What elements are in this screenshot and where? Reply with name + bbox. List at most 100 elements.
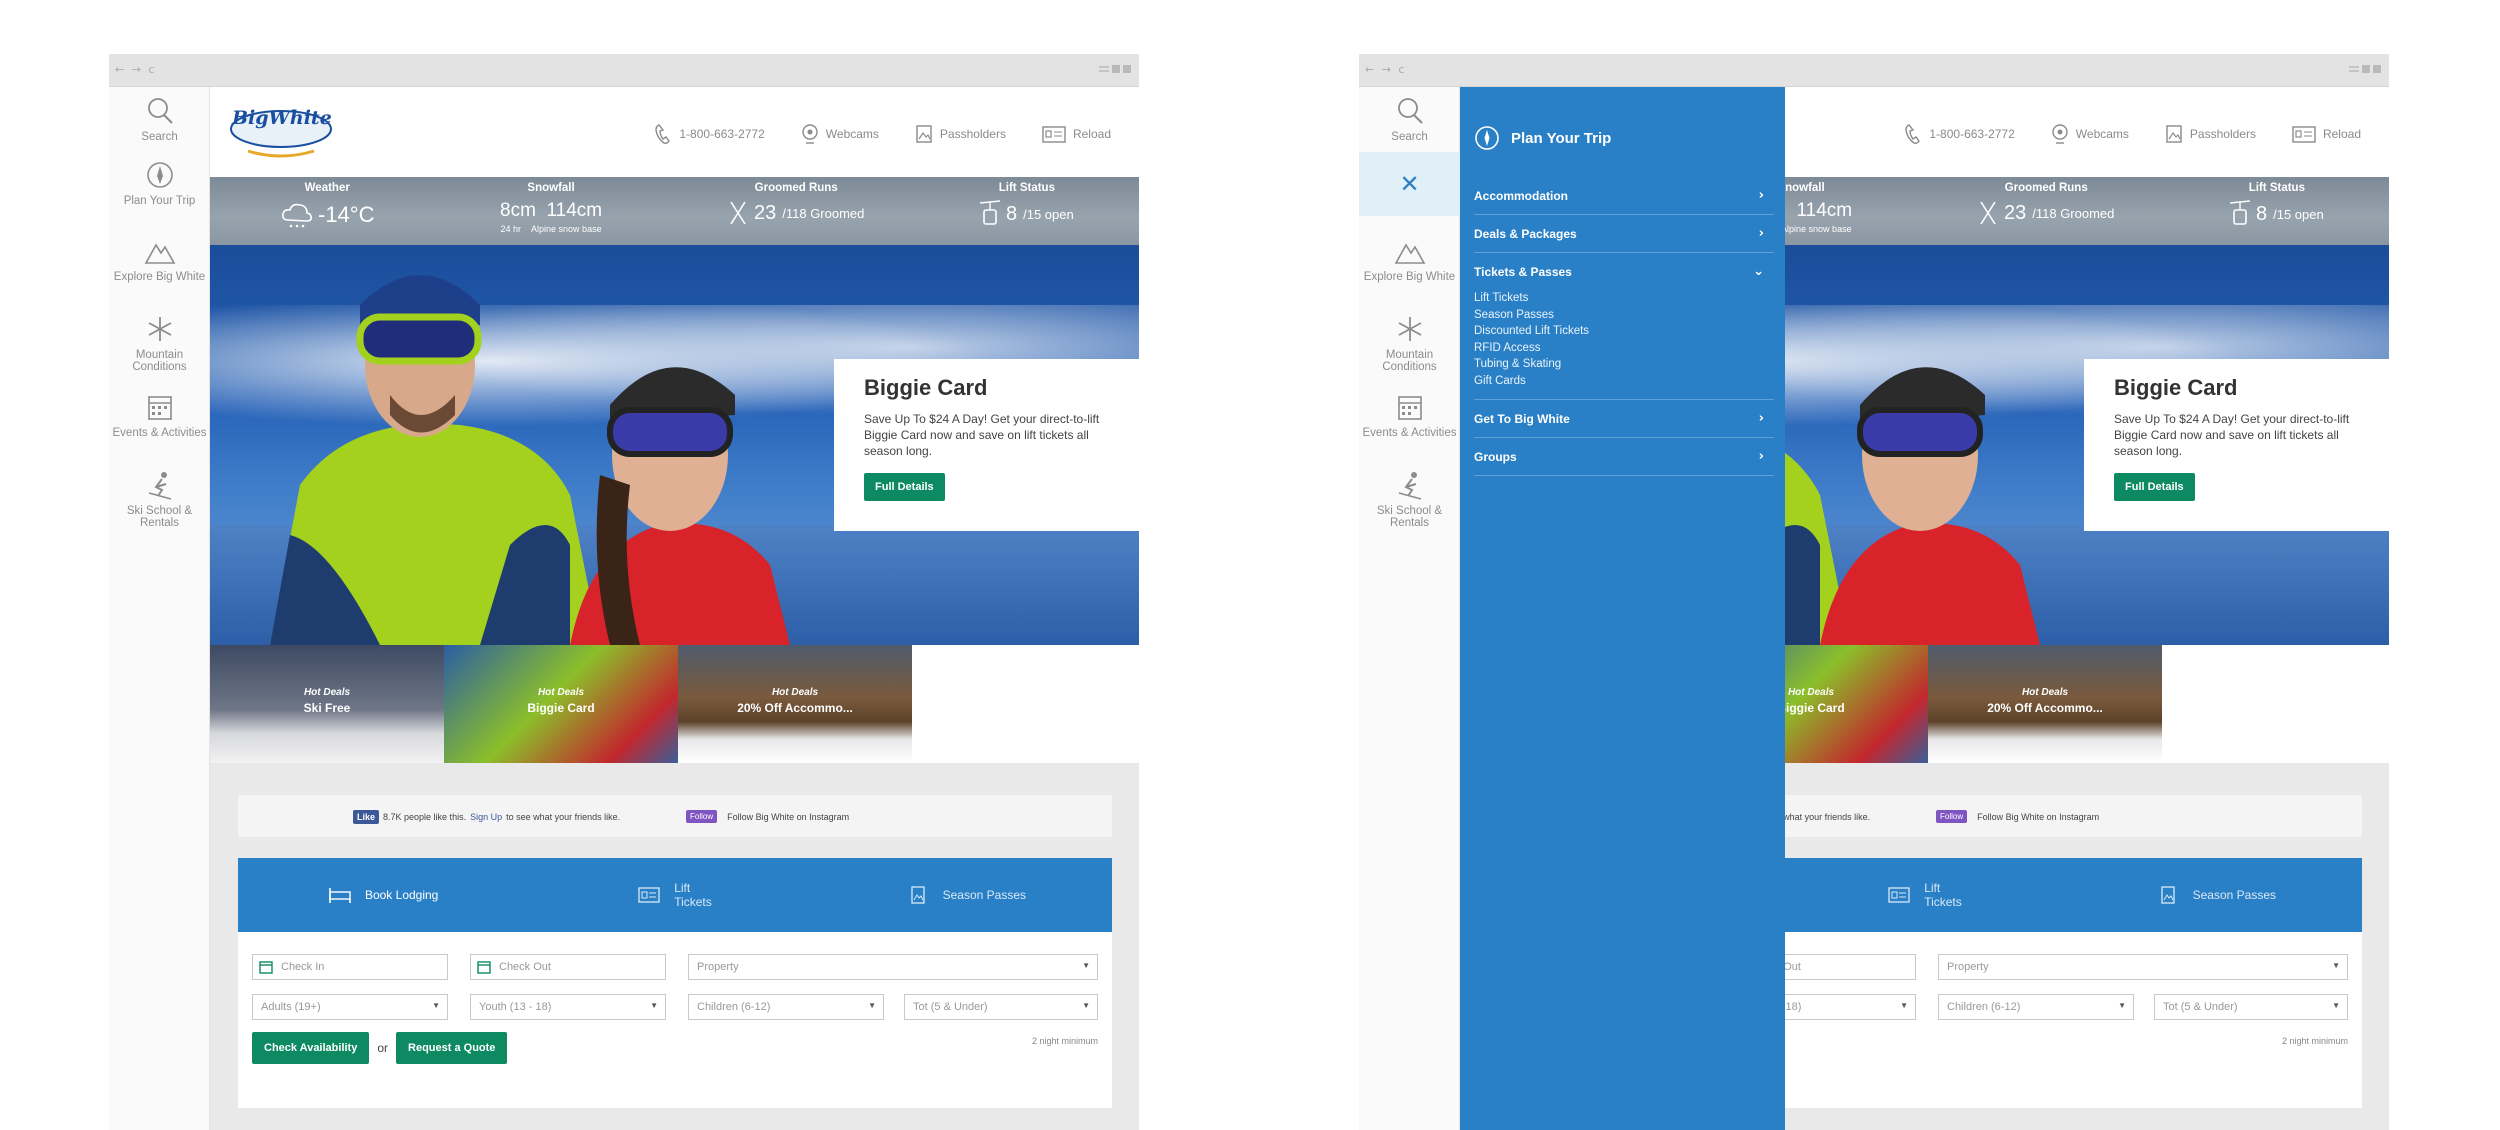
snowfall-block[interactable]: Snowfall 8cm 114cm 24 hr Alpine snow bas… [500,177,602,234]
deal-tile[interactable]: Hot Deals 20% Off Accommo... [1928,645,2162,763]
menu-item-deals[interactable]: Deals & Packages › [1474,215,1774,253]
property-select[interactable]: Property ▼ [1938,954,2348,980]
check-in-field[interactable]: Check In [252,954,448,980]
passholders-link[interactable]: Passholders [915,123,1006,145]
promo-title: Biggie Card [864,375,988,400]
plan-trip-menu: Plan Your Trip Accommodation › Deals & Pa… [1460,87,1785,1130]
chairlift-icon [2230,200,2250,225]
groomed-sub: /118 Groomed [2032,205,2115,221]
phone-icon [655,124,671,144]
lift-block[interactable]: Lift Status 8/15 open [980,177,1074,228]
menu-item-get-to[interactable]: Get To Big White › [1474,400,1774,438]
groomed-block[interactable]: Groomed Runs 23/118 Groomed [728,177,864,226]
reload-link[interactable]: Reload [1042,123,1111,145]
header-links: 1-800-663-2772 Webcams Passholders Reloa… [654,123,1111,145]
rail-label: Mountain Conditions [1382,349,1437,373]
booking-actions: Check Availability or Request a Quote [252,1032,508,1064]
tab-label: Season Passes [942,888,1027,902]
chevron-down-icon: ▼ [2118,1001,2126,1010]
snowfall-label: Snowfall [527,182,575,194]
webcams-link[interactable]: Webcams [2051,123,2129,145]
groomed-block[interactable]: Groomed Runs 23/118 Groomed [1978,177,2114,226]
reload-link[interactable]: Reload [2292,123,2361,145]
conditions-bar: Weather -14°C Snowfall 8cm 114cm 24 hr A… [210,177,1139,245]
deal-tile[interactable]: Hot Deals Ski Free [210,645,444,763]
weather-block[interactable]: Weather -14°C [280,177,374,230]
phone-link[interactable]: 1-800-663-2772 [1904,123,2015,145]
menu-item-tickets[interactable]: Tickets & Passes ⌄ [1474,253,1774,290]
fb-signup-link[interactable]: Sign Up [470,812,502,822]
youth-select[interactable]: Youth (13 - 18) ▼ [470,994,666,1020]
tab-lift-tickets[interactable]: Lift Tickets [1779,858,2070,932]
children-placeholder: Children (6-12) [697,1001,771,1013]
rail-explore[interactable]: Explore Big White [109,235,210,283]
cloud-snow-icon [282,203,312,228]
chevron-down-icon: ▼ [868,1001,876,1010]
browser-nav[interactable]: ← → c [1365,63,1406,76]
passholders-link[interactable]: Passholders [2165,123,2256,145]
property-select[interactable]: Property ▼ [688,954,1098,980]
reload-card-icon [1042,126,1066,143]
lift-sub: /15 open [2273,206,2324,222]
ig-follow-button[interactable]: Follow [686,810,718,823]
submenu-item[interactable]: Tubing & Skating [1474,356,1774,373]
pass-icon [910,886,925,904]
request-quote-button[interactable]: Request a Quote [396,1032,508,1064]
tab-label: Book Lodging [364,888,439,902]
tab-season-passes[interactable]: Season Passes [2071,858,2362,932]
tot-select[interactable]: Tot (5 & Under) ▼ [2154,994,2348,1020]
tab-season-passes[interactable]: Season Passes [821,858,1112,932]
window-controls [1099,65,1131,73]
adults-select[interactable]: Adults (19+) ▼ [252,994,448,1020]
check-out-field[interactable]: Check Out [470,954,666,980]
groomed-label: Groomed Runs [2004,182,2088,194]
facebook-like: Like 8.7K people like this. Sign Up to s… [353,810,620,824]
tot-select[interactable]: Tot (5 & Under) ▼ [904,994,1098,1020]
submenu-item[interactable]: Season Passes [1474,307,1774,324]
children-select[interactable]: Children (6-12) ▼ [1938,994,2134,1020]
deal-title: Ski Free [303,701,351,715]
rail-events[interactable]: Events & Activities [1359,391,1460,439]
promo-body: Save Up To $24 A Day! Get your direct-to… [2114,412,2350,458]
or-text: or [377,1041,389,1055]
deal-tile[interactable]: Hot Deals Biggie Card [444,645,678,763]
site-header: BigWhite 1-800-663-2772 Webcams Passhold… [210,87,1139,177]
fb-like-button[interactable]: Like [353,810,380,824]
submenu-item[interactable]: Discounted Lift Tickets [1474,323,1774,340]
deal-kicker: Hot Deals [771,687,819,698]
tab-lift-tickets[interactable]: Lift Tickets [529,858,820,932]
ig-follow-button[interactable]: Follow [1936,810,1968,823]
rail-search[interactable]: Search [109,95,210,143]
submenu-item[interactable]: Lift Tickets [1474,290,1774,307]
menu-item-groups[interactable]: Groups › [1474,438,1774,476]
rail-ski-school[interactable]: Ski School & Rentals [1359,469,1460,529]
full-details-button[interactable]: Full Details [864,473,945,501]
submenu-item[interactable]: Gift Cards [1474,373,1774,390]
rail-explore[interactable]: Explore Big White [1359,235,1460,283]
ig-text: Follow Big White on Instagram [727,811,850,822]
rail-label: Explore Big White [1363,271,1456,283]
calendar-icon [147,396,172,420]
skier-icon [148,472,171,500]
instagram-follow: Follow Follow Big White on Instagram [686,810,849,823]
deal-tile[interactable]: Hot Deals 20% Off Accommo... [678,645,912,763]
check-availability-button[interactable]: Check Availability [252,1032,370,1064]
rail-plan[interactable]: Plan Your Trip [109,159,210,207]
children-select[interactable]: Children (6-12) ▼ [688,994,884,1020]
chevron-down-icon: ▼ [1082,1001,1090,1010]
full-details-button[interactable]: Full Details [2114,473,2195,501]
rail-events[interactable]: Events & Activities [109,391,210,439]
rail-ski-school[interactable]: Ski School & Rentals [109,469,210,529]
webcams-link[interactable]: Webcams [801,123,879,145]
phone-link[interactable]: 1-800-663-2772 [654,123,765,145]
rail-mountain[interactable]: Mountain Conditions [1359,313,1460,373]
browser-nav[interactable]: ← → c [115,63,156,76]
tab-book-lodging[interactable]: Book Lodging [238,858,529,932]
submenu-item[interactable]: RFID Access [1474,340,1774,357]
rail-search[interactable]: Search [1359,95,1460,143]
menu-header: Plan Your Trip [1460,87,1785,151]
rail-close-menu[interactable]: ✕ [1359,152,1460,216]
rail-mountain[interactable]: Mountain Conditions [109,313,210,373]
menu-item-accommodation[interactable]: Accommodation › [1474,177,1774,215]
lift-block[interactable]: Lift Status 8/15 open [2230,177,2324,228]
